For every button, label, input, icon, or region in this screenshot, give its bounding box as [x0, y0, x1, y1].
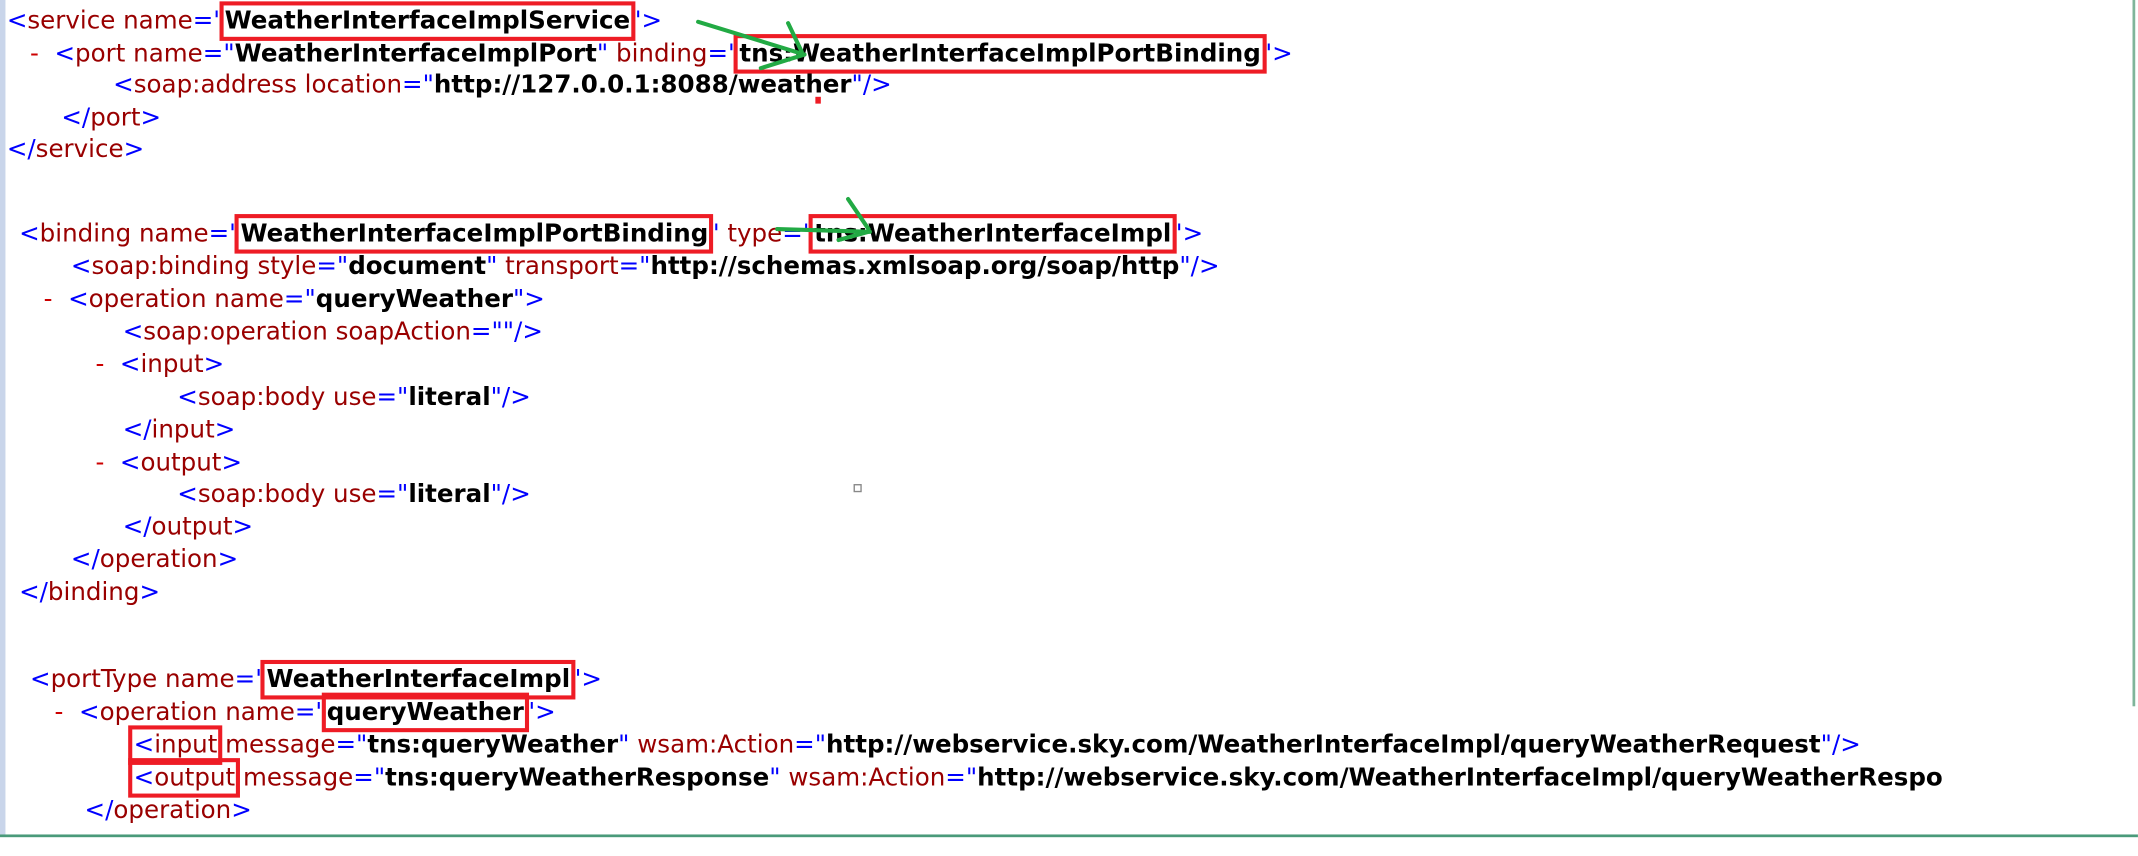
arrow-binding-to-porttype — [775, 227, 872, 234]
bottom-border — [0, 834, 2138, 838]
xml-viewer: <service name="WeatherInterfaceImplServi… — [0, 0, 2138, 856]
arrow-head — [758, 52, 807, 71]
arrow-head — [846, 197, 871, 232]
annotation-arrows — [696, 19, 872, 243]
arrow-head — [786, 21, 804, 54]
